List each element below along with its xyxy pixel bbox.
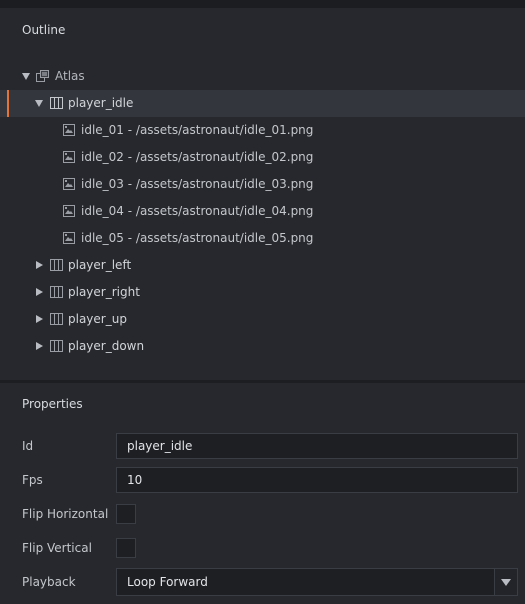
collapse-arrow-icon[interactable] [36, 261, 43, 269]
tree-item-label: player_idle [68, 96, 134, 110]
tree-item-label: player_down [68, 339, 145, 353]
flip-vertical-checkbox[interactable] [116, 538, 136, 558]
tree-item-player-idle[interactable]: player_idle [0, 90, 525, 117]
tree-item-label: player_right [68, 285, 140, 299]
tree-item-atlas[interactable]: Atlas [0, 63, 525, 90]
top-strip [0, 0, 525, 8]
expand-arrow-icon[interactable] [22, 73, 30, 80]
playback-select[interactable]: Loop Forward [116, 568, 518, 596]
tree-item-image[interactable]: idle_04 - /assets/astronaut/idle_04.png [0, 198, 525, 225]
image-icon [63, 178, 75, 190]
collapse-arrow-icon[interactable] [36, 342, 43, 350]
tree-item-image[interactable]: idle_01 - /assets/astronaut/idle_01.png [0, 117, 525, 144]
playback-value: Loop Forward [127, 575, 208, 589]
id-label: Id [22, 439, 34, 453]
tree-item-label: idle_05 - /assets/astronaut/idle_05.png [81, 231, 314, 245]
tree-item-label: player_up [68, 312, 127, 326]
animation-icon [50, 259, 63, 271]
expand-arrow-icon[interactable] [35, 100, 43, 107]
animation-icon [50, 97, 63, 109]
tree-item-image[interactable]: idle_05 - /assets/astronaut/idle_05.png [0, 225, 525, 252]
selection-indicator [7, 90, 9, 117]
dropdown-button[interactable] [494, 569, 517, 595]
tree-item-label: idle_01 - /assets/astronaut/idle_01.png [81, 123, 314, 137]
tree-item-label: idle_03 - /assets/astronaut/idle_03.png [81, 177, 314, 191]
atlas-icon [36, 70, 49, 82]
playback-label: Playback [22, 575, 76, 589]
tree-item-image[interactable]: idle_02 - /assets/astronaut/idle_02.png [0, 144, 525, 171]
flip-horizontal-checkbox[interactable] [116, 504, 136, 524]
tree-item-player-down[interactable]: player_down [0, 333, 525, 360]
collapse-arrow-icon[interactable] [36, 288, 43, 296]
animation-icon [50, 340, 63, 352]
image-icon [63, 205, 75, 217]
tree-item-label: Atlas [55, 69, 85, 83]
fps-field[interactable]: 10 [116, 467, 518, 493]
flip-vertical-label: Flip Vertical [22, 541, 92, 555]
flip-horizontal-label: Flip Horizontal [22, 507, 109, 521]
image-icon [63, 232, 75, 244]
image-icon [63, 124, 75, 136]
tree-item-player-right[interactable]: player_right [0, 279, 525, 306]
tree-item-player-up[interactable]: player_up [0, 306, 525, 333]
tree-item-label: player_left [68, 258, 132, 272]
collapse-arrow-icon[interactable] [36, 315, 43, 323]
outline-panel: Outline Atlas player_idle idle_01 - /ass… [0, 8, 525, 380]
animation-icon [50, 286, 63, 298]
tree-item-image[interactable]: idle_03 - /assets/astronaut/idle_03.png [0, 171, 525, 198]
id-field[interactable]: player_idle [116, 433, 518, 459]
properties-title: Properties [22, 397, 83, 411]
outline-title: Outline [22, 23, 66, 37]
chevron-down-icon [501, 579, 511, 586]
animation-icon [50, 313, 63, 325]
tree-item-player-left[interactable]: player_left [0, 252, 525, 279]
image-icon [63, 151, 75, 163]
tree-item-label: idle_04 - /assets/astronaut/idle_04.png [81, 204, 314, 218]
properties-panel: Properties Id player_idle Fps 10 Flip Ho… [0, 383, 525, 604]
tree-item-label: idle_02 - /assets/astronaut/idle_02.png [81, 150, 314, 164]
fps-label: Fps [22, 473, 43, 487]
